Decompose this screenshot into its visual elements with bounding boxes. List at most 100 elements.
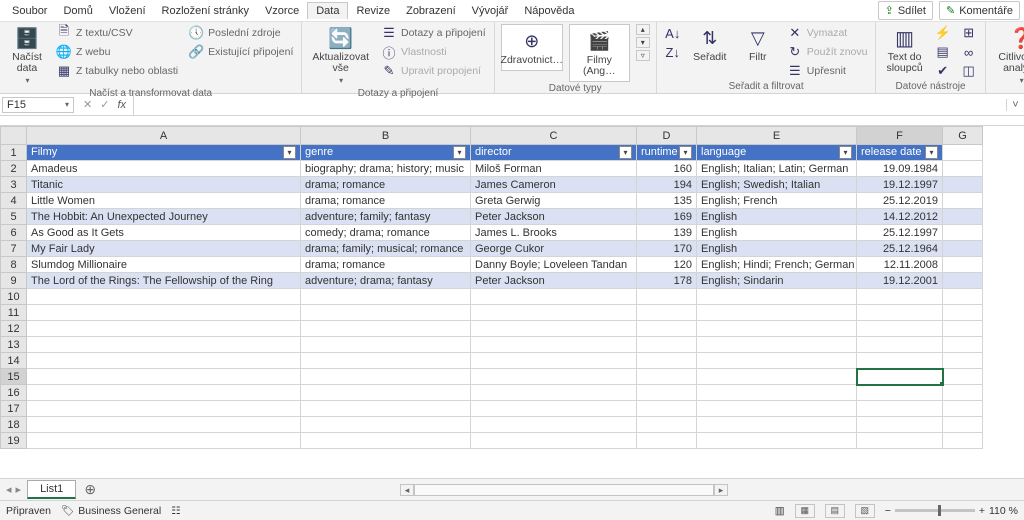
cell[interactable] <box>471 321 637 337</box>
cell[interactable] <box>471 401 637 417</box>
cell[interactable]: 14.12.2012 <box>857 209 943 225</box>
row-header[interactable]: 1 <box>1 145 27 161</box>
cell[interactable]: English; Italian; Latin; German <box>697 161 857 177</box>
menu-rozlozeni[interactable]: Rozložení stránky <box>154 3 257 19</box>
row-header[interactable]: 16 <box>1 385 27 401</box>
table-header-cell[interactable]: director▾ <box>471 145 637 161</box>
zoom-out-icon[interactable]: − <box>885 505 891 517</box>
cell[interactable] <box>301 289 471 305</box>
filter-dropdown-icon[interactable]: ▾ <box>679 146 692 159</box>
menu-vlozeni[interactable]: Vložení <box>101 3 154 19</box>
filter-button[interactable]: ▽ Filtr <box>737 24 779 65</box>
cell[interactable] <box>471 369 637 385</box>
sheet-nav-prev-icon[interactable]: ◂ <box>6 483 12 496</box>
cell[interactable]: drama; family; musical; romance <box>301 241 471 257</box>
cell[interactable]: Miloš Forman <box>471 161 637 177</box>
cell[interactable]: Greta Gerwig <box>471 193 637 209</box>
cell[interactable] <box>697 433 857 449</box>
view-layout-button[interactable]: ▤ <box>825 504 845 518</box>
cell[interactable]: adventure; family; fantasy <box>301 209 471 225</box>
spreadsheet-grid[interactable]: ABCDEFG1Filmy▾genre▾director▾runtime▾lan… <box>0 126 1024 478</box>
cell[interactable] <box>943 289 983 305</box>
cell[interactable]: 178 <box>637 273 697 289</box>
cell[interactable] <box>27 337 301 353</box>
cell[interactable] <box>697 353 857 369</box>
col-header[interactable]: B <box>301 127 471 145</box>
cell[interactable] <box>697 289 857 305</box>
cell[interactable]: adventure; drama; fantasy <box>301 273 471 289</box>
cell[interactable]: 25.12.2019 <box>857 193 943 209</box>
accessibility-icon[interactable]: ☷ <box>171 505 180 517</box>
cell[interactable]: The Lord of the Rings: The Fellowship of… <box>27 273 301 289</box>
filter-dropdown-icon[interactable]: ▾ <box>453 146 466 159</box>
cell[interactable]: drama; romance <box>301 257 471 273</box>
cell[interactable] <box>943 321 983 337</box>
cell[interactable]: drama; romance <box>301 177 471 193</box>
cell[interactable] <box>301 401 471 417</box>
cell[interactable] <box>301 305 471 321</box>
remove-dup-button[interactable]: ▤ <box>933 43 953 61</box>
flashfill-button[interactable]: ⚡ <box>933 24 953 42</box>
row-header[interactable]: 15 <box>1 369 27 385</box>
name-box[interactable]: F15▾ <box>2 97 74 113</box>
cell[interactable] <box>857 353 943 369</box>
menu-domu[interactable]: Domů <box>55 3 100 19</box>
from-table-button[interactable]: ▦Z tabulky nebo oblasti <box>54 62 180 80</box>
cell[interactable]: 160 <box>637 161 697 177</box>
col-header[interactable]: D <box>637 127 697 145</box>
cell[interactable] <box>943 385 983 401</box>
cell[interactable] <box>27 289 301 305</box>
cell[interactable] <box>471 353 637 369</box>
cell[interactable]: My Fair Lady <box>27 241 301 257</box>
cell[interactable] <box>943 433 983 449</box>
cell[interactable] <box>637 417 697 433</box>
sort-button[interactable]: ⇅ Seřadit <box>689 24 731 65</box>
cell[interactable] <box>471 417 637 433</box>
cell[interactable] <box>471 305 637 321</box>
hscroll-right-icon[interactable]: ▸ <box>714 484 728 496</box>
col-header[interactable]: A <box>27 127 301 145</box>
cell[interactable] <box>697 401 857 417</box>
cell[interactable] <box>943 401 983 417</box>
existing-conn-button[interactable]: 🔗Existující připojení <box>186 43 295 61</box>
row-header[interactable]: 12 <box>1 321 27 337</box>
cell[interactable] <box>637 401 697 417</box>
menu-data[interactable]: Data <box>307 2 348 19</box>
display-settings-icon[interactable]: ▥ <box>775 505 785 517</box>
fx-icon[interactable]: fx <box>114 99 129 111</box>
cell[interactable] <box>943 305 983 321</box>
whatif-button[interactable]: ❓ Citlivostní analýza▾ <box>992 24 1024 87</box>
cell[interactable] <box>27 401 301 417</box>
cell[interactable] <box>857 401 943 417</box>
row-header[interactable]: 2 <box>1 161 27 177</box>
cell[interactable] <box>637 433 697 449</box>
row-header[interactable]: 18 <box>1 417 27 433</box>
col-header[interactable]: F <box>857 127 943 145</box>
cell[interactable]: English; Sindarin <box>697 273 857 289</box>
cell[interactable] <box>697 337 857 353</box>
cell[interactable] <box>27 321 301 337</box>
from-web-button[interactable]: 🌐Z webu <box>54 43 180 61</box>
menu-vzorce[interactable]: Vzorce <box>257 3 307 19</box>
cell[interactable] <box>857 289 943 305</box>
expand-icon[interactable]: ▿ <box>636 50 650 61</box>
row-header[interactable]: 11 <box>1 305 27 321</box>
cell[interactable] <box>637 385 697 401</box>
row-header[interactable]: 9 <box>1 273 27 289</box>
validate-button[interactable]: ✔ <box>933 62 953 80</box>
cell[interactable] <box>697 305 857 321</box>
filter-dropdown-icon[interactable]: ▾ <box>925 146 938 159</box>
cell[interactable] <box>943 369 983 385</box>
cell[interactable] <box>27 417 301 433</box>
cell[interactable]: 169 <box>637 209 697 225</box>
cell[interactable]: 12.11.2008 <box>857 257 943 273</box>
cell[interactable]: 25.12.1997 <box>857 225 943 241</box>
relations-button[interactable]: ∞ <box>959 43 979 61</box>
row-header[interactable]: 3 <box>1 177 27 193</box>
zoom-in-icon[interactable]: + <box>979 505 985 517</box>
row-header[interactable]: 17 <box>1 401 27 417</box>
recent-sources-button[interactable]: 🕔Poslední zdroje <box>186 24 295 42</box>
col-header[interactable]: G <box>943 127 983 145</box>
sheet-nav-next-icon[interactable]: ▸ <box>16 483 22 496</box>
advanced-button[interactable]: ☰Upřesnit <box>785 62 870 80</box>
